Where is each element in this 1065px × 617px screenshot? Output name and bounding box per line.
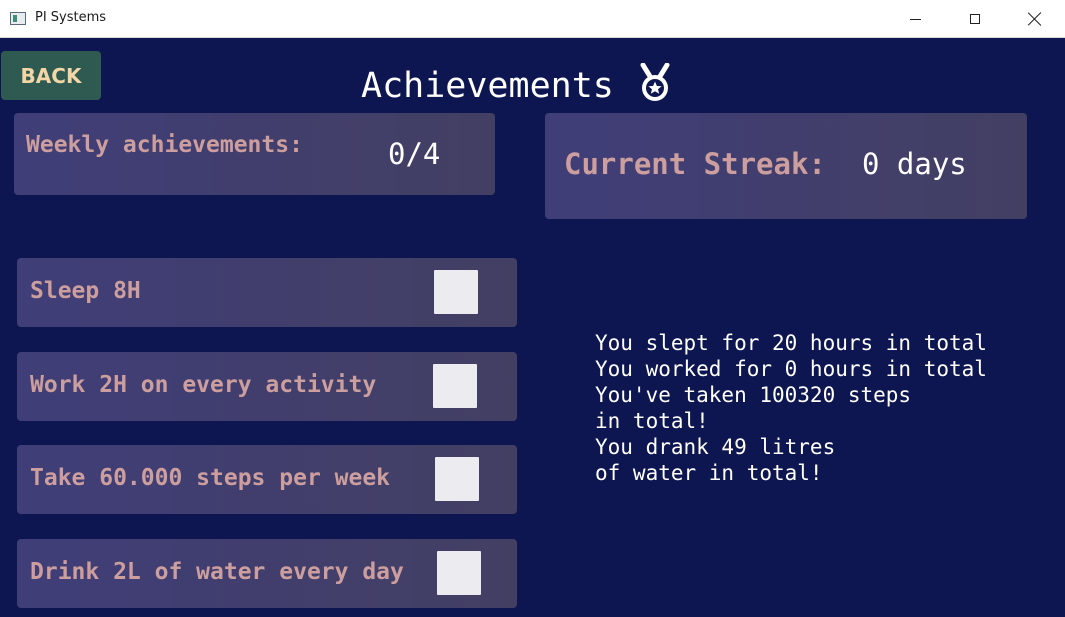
sleep-total-text: You slept for 20 hours in total [595, 331, 987, 355]
maximize-button[interactable] [952, 0, 998, 38]
achievement-label: Drink 2L of water every day [30, 559, 404, 585]
weekly-achievements-label: Weekly achievements: [26, 132, 303, 158]
minimize-icon [909, 18, 921, 20]
current-streak-label: Current Streak: [564, 147, 826, 181]
achievement-water: Drink 2L of water every day [17, 539, 517, 608]
water-total-text-cont: of water in total! [595, 461, 823, 485]
minimize-button[interactable] [892, 0, 938, 38]
page-title: Achievements [361, 66, 614, 106]
achievement-label: Work 2H on every activity [30, 372, 377, 398]
achievement-checkbox[interactable] [434, 270, 478, 314]
current-streak-card: Current Streak: 0 days [545, 113, 1027, 219]
work-total-text: You worked for 0 hours in total [595, 357, 987, 381]
steps-total-text: You've taken 100320 steps [595, 383, 912, 407]
achievement-checkbox[interactable] [435, 457, 479, 501]
totals-summary: You slept for 20 hours in total You worke… [595, 330, 987, 486]
achievement-sleep: Sleep 8H [17, 258, 517, 327]
weekly-achievements-card: Weekly achievements: 0/4 [14, 113, 495, 195]
medal-icon [640, 63, 670, 101]
steps-total-text-cont: in total! [595, 409, 709, 433]
achievement-label: Sleep 8H [30, 278, 141, 304]
window-titlebar: PI Systems [0, 0, 1065, 38]
app-window-icon [10, 12, 26, 25]
back-button[interactable]: BACK [1, 51, 101, 100]
current-streak-value: 0 days [862, 147, 967, 181]
achievement-work: Work 2H on every activity [17, 352, 517, 421]
achievement-checkbox[interactable] [433, 364, 477, 408]
weekly-achievements-value: 0/4 [388, 137, 441, 171]
maximize-icon [970, 14, 980, 24]
window-title: PI Systems [35, 10, 107, 25]
achievement-steps: Take 60.000 steps per week [17, 445, 517, 514]
close-button[interactable] [1012, 0, 1058, 38]
achievements-screen: BACK Achievements Weekly achievements: 0… [0, 38, 1065, 617]
achievement-checkbox[interactable] [437, 551, 481, 595]
water-total-text: You drank 49 litres [595, 435, 836, 459]
achievement-label: Take 60.000 steps per week [30, 465, 391, 491]
close-icon [1028, 12, 1042, 26]
